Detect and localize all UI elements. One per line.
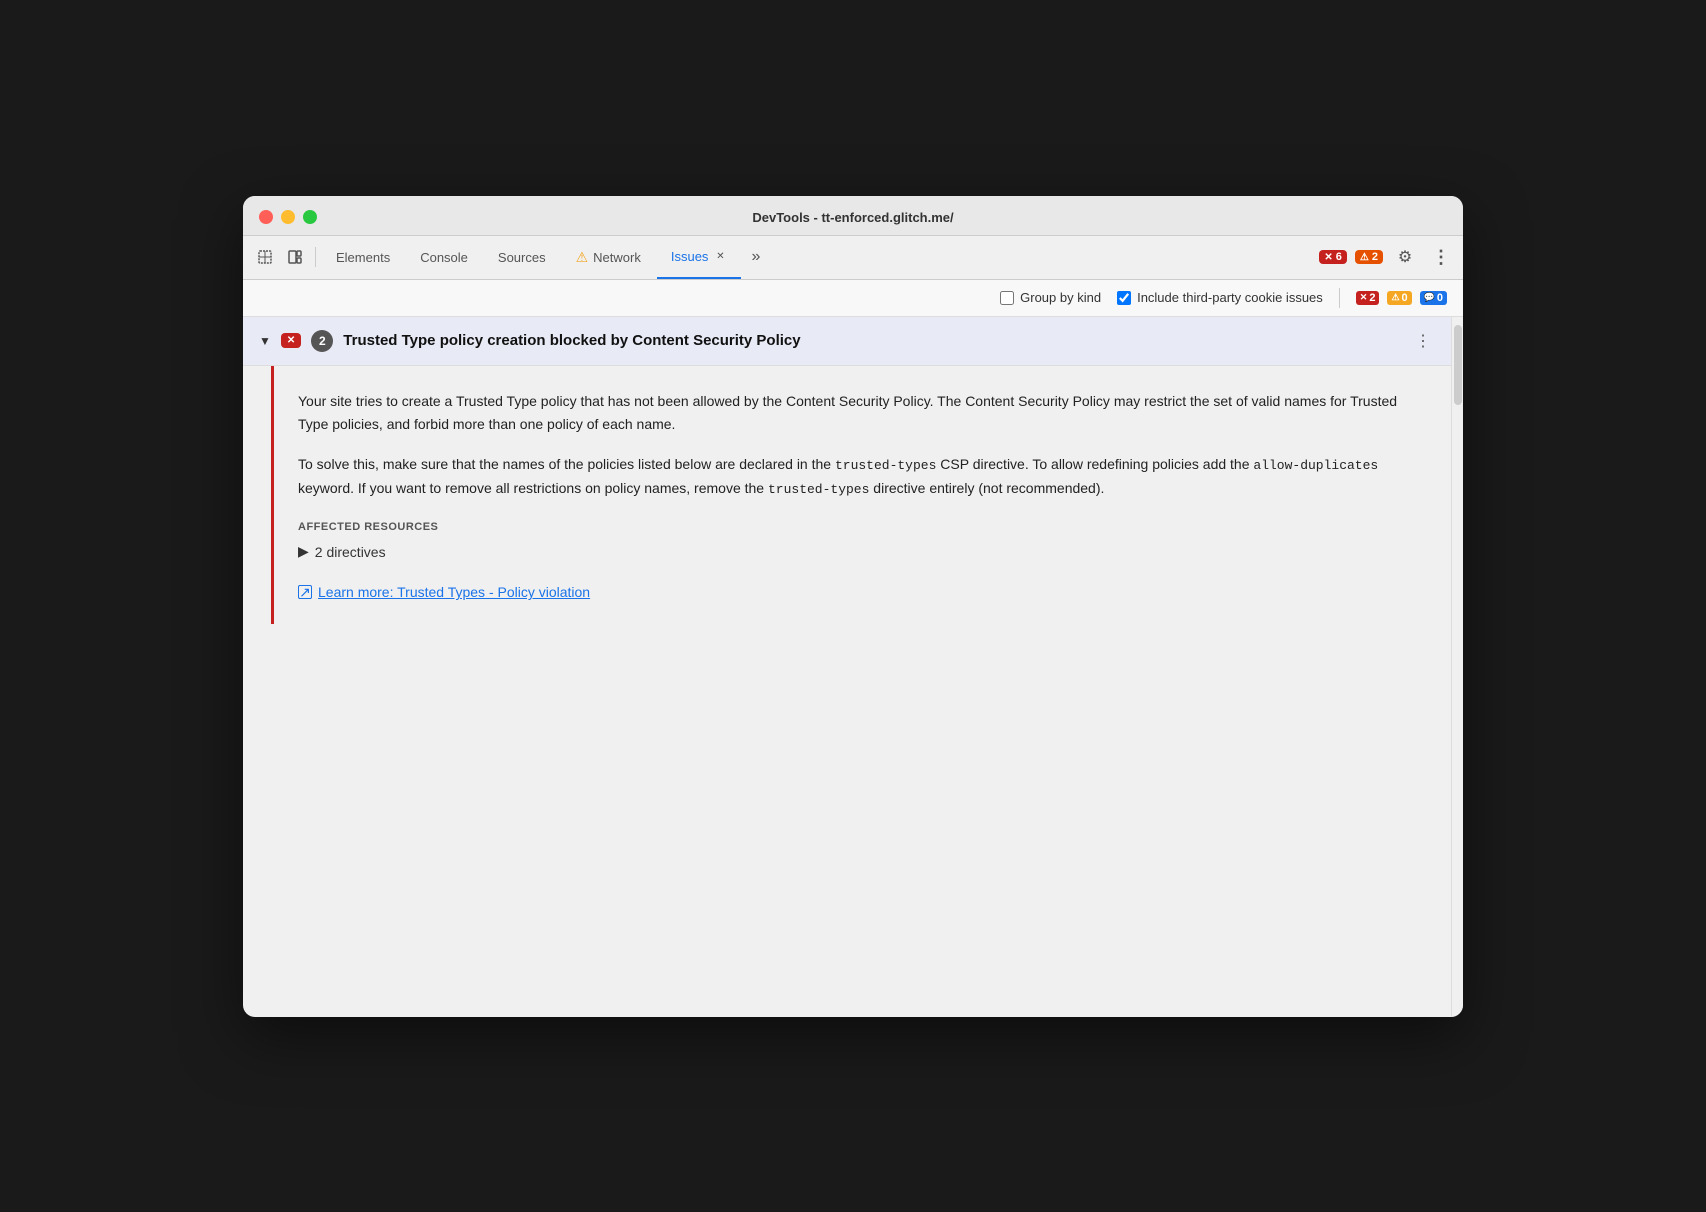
issue-more-icon[interactable]: ⋮ — [1411, 327, 1435, 355]
minimize-button[interactable] — [281, 210, 295, 224]
error-badge[interactable]: ✕ 6 — [1319, 250, 1347, 264]
secondary-error-x-icon: ✕ — [1360, 292, 1368, 303]
devtools-window: DevTools - tt-enforced.glitch.me/ Elemen… — [243, 196, 1463, 1017]
maximize-button[interactable] — [303, 210, 317, 224]
tab-console[interactable]: Console — [406, 235, 482, 279]
window-title: DevTools - tt-enforced.glitch.me/ — [752, 210, 953, 225]
external-link-icon: ↗ — [298, 585, 312, 599]
affected-resources-item[interactable]: ▶ 2 directives — [298, 543, 1427, 560]
warning-badge[interactable]: ⚠ 2 — [1355, 250, 1383, 264]
secondary-info-icon: 💬 — [1424, 292, 1435, 303]
secondary-badges: ✕ 2 ⚠ 0 💬 0 — [1356, 291, 1447, 305]
affected-chevron-icon: ▶ — [298, 543, 309, 560]
affected-item-label: 2 directives — [315, 544, 386, 560]
tab-sources[interactable]: Sources — [484, 235, 560, 279]
secondary-warning-badge[interactable]: ⚠ 0 — [1387, 291, 1411, 305]
affected-resources: AFFECTED RESOURCES ▶ 2 directives — [298, 521, 1427, 560]
issue-error-x-icon: ✕ — [287, 335, 295, 346]
tab-network[interactable]: ⚠ Network — [562, 235, 655, 279]
more-options-icon[interactable]: ⋮ — [1427, 243, 1455, 271]
chevron-down-icon[interactable]: ▼ — [259, 334, 271, 348]
tab-issues[interactable]: Issues ✕ — [657, 235, 742, 279]
more-tabs-button[interactable]: » — [743, 235, 768, 279]
third-party-label: Include third-party cookie issues — [1137, 290, 1323, 305]
main-content: ▼ ✕ 2 Trusted Type policy creation block… — [243, 317, 1451, 1017]
group-by-kind-checkbox[interactable] — [1000, 291, 1014, 305]
group-by-kind-label: Group by kind — [1020, 290, 1101, 305]
desc-p2-end: directive entirely (not recommended). — [869, 480, 1104, 496]
secondary-warning-icon: ⚠ — [1391, 292, 1399, 303]
settings-icon[interactable]: ⚙ — [1391, 243, 1419, 271]
issue-body: Your site tries to create a Trusted Type… — [271, 366, 1451, 625]
content-wrapper: ▼ ✕ 2 Trusted Type policy creation block… — [243, 317, 1463, 1017]
group-by-kind-group[interactable]: Group by kind — [1000, 290, 1101, 305]
desc-code1: trusted-types — [835, 458, 936, 473]
issues-tab-close[interactable]: ✕ — [713, 249, 727, 263]
title-bar: DevTools - tt-enforced.glitch.me/ — [243, 196, 1463, 236]
issue-description: Your site tries to create a Trusted Type… — [298, 390, 1427, 502]
issue-body-wrapper: Your site tries to create a Trusted Type… — [243, 366, 1451, 625]
secondary-info-badge[interactable]: 💬 0 — [1420, 291, 1447, 305]
issue-count-badge: 2 — [311, 330, 333, 352]
learn-more-link[interactable]: ↗ Learn more: Trusted Types - Policy vio… — [298, 584, 1427, 600]
desc-p2-post: keyword. If you want to remove all restr… — [298, 480, 768, 496]
desc-p2-mid: CSP directive. To allow redefining polic… — [936, 456, 1253, 472]
network-warning-icon: ⚠ — [576, 249, 589, 266]
tab-elements[interactable]: Elements — [322, 235, 404, 279]
desc-code3: trusted-types — [768, 482, 869, 497]
description-paragraph-2: To solve this, make sure that the names … — [298, 453, 1427, 501]
desc-p2-pre: To solve this, make sure that the names … — [298, 456, 835, 472]
affected-resources-title: AFFECTED RESOURCES — [298, 521, 1427, 533]
issue-indent — [243, 366, 271, 625]
traffic-lights — [259, 210, 317, 224]
secondary-error-badge[interactable]: ✕ 2 — [1356, 291, 1380, 305]
scrollbar-thumb[interactable] — [1454, 325, 1462, 405]
secondary-toolbar: Group by kind Include third-party cookie… — [243, 280, 1463, 317]
error-x-icon: ✕ — [1324, 252, 1332, 263]
description-paragraph-1: Your site tries to create a Trusted Type… — [298, 390, 1427, 438]
inspector-icon[interactable] — [281, 243, 309, 271]
toolbar-divider-1 — [315, 247, 316, 267]
close-button[interactable] — [259, 210, 273, 224]
issue-header[interactable]: ▼ ✕ 2 Trusted Type policy creation block… — [243, 317, 1451, 366]
cursor-icon[interactable] — [251, 243, 279, 271]
issue-title: Trusted Type policy creation blocked by … — [343, 332, 1401, 349]
secondary-divider — [1339, 288, 1340, 308]
more-tabs-icon: » — [751, 248, 760, 266]
toolbar-right: ✕ 6 ⚠ 2 ⚙ ⋮ — [1319, 243, 1455, 271]
issue-error-badge: ✕ — [281, 333, 301, 348]
main-toolbar: Elements Console Sources ⚠ Network Issue… — [243, 236, 1463, 280]
warning-icon: ⚠ — [1360, 252, 1369, 263]
third-party-checkbox[interactable] — [1117, 291, 1131, 305]
learn-more-text: Learn more: Trusted Types - Policy viola… — [318, 584, 590, 600]
desc-code2: allow-duplicates — [1253, 458, 1378, 473]
third-party-group[interactable]: Include third-party cookie issues — [1117, 290, 1323, 305]
scrollbar[interactable] — [1451, 317, 1463, 1017]
